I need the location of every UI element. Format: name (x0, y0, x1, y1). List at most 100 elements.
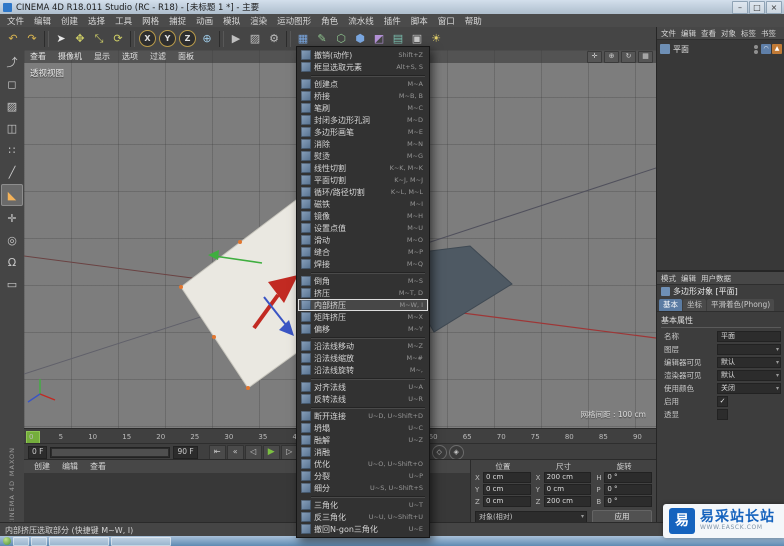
viewport-menu-item[interactable]: 过滤 (144, 51, 172, 62)
attribute-manager-menu-item[interactable]: 编辑 (679, 273, 698, 284)
menu-bar-item[interactable]: 渲染 (245, 15, 272, 27)
context-menu-item[interactable]: 笔刷 M~C (298, 102, 428, 114)
rotation-field[interactable]: 0 ° (604, 484, 652, 495)
taskbar-item[interactable] (13, 537, 29, 546)
attribute-tab[interactable]: 平滑着色(Phong) (707, 299, 774, 311)
points-mode-icon[interactable]: ∷ (2, 140, 22, 160)
menu-bar-item[interactable]: 运动图形 (272, 15, 316, 27)
context-menu-item[interactable]: 三角化 U~T (298, 499, 428, 511)
context-menu-item[interactable]: 优化 U~O, U~Shift+O (298, 458, 428, 470)
frame-range-slider[interactable] (50, 447, 170, 458)
toolbar-separator[interactable] (219, 31, 224, 47)
viewport-menu-item[interactable]: 显示 (88, 51, 116, 62)
size-field[interactable]: 200 cm (544, 496, 592, 507)
timeline-tick[interactable]: 70 (497, 433, 506, 441)
menu-bar-item[interactable]: 角色 (316, 15, 343, 27)
attribute-manager-menu-item[interactable]: 用户数据 (699, 273, 733, 284)
menu-bar-item[interactable]: 帮助 (460, 15, 487, 27)
attribute-value[interactable]: 默认 (717, 370, 781, 381)
context-menu-item[interactable]: 循环/路径切割 K~L, M~L (298, 186, 428, 198)
toolbar-separator[interactable] (286, 31, 291, 47)
context-menu-item[interactable]: 消除 M~N (298, 138, 428, 150)
context-menu-item[interactable]: 平面切割 K~J, M~J (298, 174, 428, 186)
context-menu-item[interactable]: 多边形画笔 M~E (298, 126, 428, 138)
object-manager-menu-item[interactable]: 文件 (659, 28, 678, 39)
toggle-views-icon[interactable]: ▦ (638, 51, 653, 63)
record-pla-icon[interactable]: ◈ (449, 445, 464, 460)
taskbar-item[interactable] (31, 537, 47, 546)
live-selection-icon[interactable]: ➤ (52, 29, 70, 48)
menu-bar-item[interactable]: 工具 (110, 15, 137, 27)
object-manager-menu-item[interactable]: 书签 (759, 28, 778, 39)
position-field[interactable]: 0 cm (483, 496, 531, 507)
context-menu-item[interactable]: 镜像 M~H (298, 210, 428, 222)
timeline-tick[interactable]: 35 (258, 433, 267, 441)
context-menu-item[interactable]: 沿法线旋转 M~, (298, 364, 428, 376)
model-mode-icon[interactable]: ◻ (2, 74, 22, 94)
context-menu-item[interactable]: 缝合 M~P (298, 246, 428, 258)
rotation-field[interactable]: 0 ° (604, 496, 652, 507)
pan-view-icon[interactable]: ✛ (587, 51, 602, 63)
lock-x-axis-icon[interactable]: X (139, 30, 156, 47)
context-menu-item[interactable]: 创建点 M~A (298, 78, 428, 90)
rotate-view-icon[interactable]: ↻ (621, 51, 636, 63)
undo-icon[interactable]: ↶ (4, 29, 22, 48)
menu-bar-item[interactable]: 模拟 (218, 15, 245, 27)
scale-icon[interactable]: ⤡ (90, 29, 108, 48)
taskbar-item[interactable] (111, 537, 171, 546)
attribute-value[interactable] (717, 344, 781, 355)
context-menu-item[interactable]: 融解 U~Z (298, 434, 428, 446)
size-field[interactable]: 200 cm (544, 472, 592, 483)
context-menu-item[interactable]: 桥接 M~B, B (298, 90, 428, 102)
menu-bar-item[interactable]: 窗口 (433, 15, 460, 27)
maximize-button[interactable]: □ (749, 1, 765, 14)
play-icon[interactable]: ▶ (263, 445, 280, 460)
attribute-tab[interactable]: 基本 (659, 299, 682, 311)
timeline-tick[interactable]: 0 (29, 433, 33, 441)
end-frame-field[interactable]: 90 F (173, 446, 197, 459)
viewport-solo-icon[interactable]: ◎ (2, 230, 22, 250)
rotate-icon[interactable]: ⟳ (109, 29, 127, 48)
context-menu-item[interactable]: 框显选取元素 Alt+S, S (298, 61, 428, 73)
material-menu-item[interactable]: 编辑 (56, 461, 84, 472)
timeline-tick[interactable]: 15 (122, 433, 131, 441)
previous-frame-icon[interactable]: ◁ (245, 445, 262, 460)
object-manager-menu-item[interactable]: 对象 (719, 28, 738, 39)
attribute-value[interactable] (717, 409, 728, 420)
texture-mode-icon[interactable]: ▨ (2, 96, 22, 116)
context-menu-item[interactable]: 沿法线移动 M~Z (298, 340, 428, 352)
attribute-value[interactable]: ✓ (717, 396, 728, 407)
context-menu-item[interactable]: 消融 (298, 446, 428, 458)
rotation-field[interactable]: 0 ° (604, 472, 652, 483)
material-menu-item[interactable]: 查看 (84, 461, 112, 472)
object-name[interactable]: 平面 (673, 44, 751, 55)
timeline-tick[interactable]: 10 (88, 433, 97, 441)
context-menu-item[interactable]: 对齐法线 U~A (298, 381, 428, 393)
start-frame-field[interactable]: 0 F (28, 446, 47, 459)
object-manager[interactable]: 平面 ◠ ▲ (657, 40, 784, 272)
lock-z-axis-icon[interactable]: Z (179, 30, 196, 47)
context-menu-item[interactable]: 设置点值 M~U (298, 222, 428, 234)
timeline-tick[interactable]: 25 (190, 433, 199, 441)
timeline-tick[interactable]: 20 (156, 433, 165, 441)
edges-mode-icon[interactable]: ╱ (2, 162, 22, 182)
move-icon[interactable]: ✥ (71, 29, 89, 48)
attribute-manager-menu-item[interactable]: 模式 (659, 273, 678, 284)
context-menu-item[interactable]: 偏移 M~Y (298, 323, 428, 335)
menu-bar-item[interactable]: 创建 (56, 15, 83, 27)
context-menu-item[interactable]: 撤回N-gon三角化 U~E (298, 523, 428, 535)
workplane-lock-icon[interactable]: ▭ (2, 274, 22, 294)
viewport-menu-item[interactable]: 面板 (172, 51, 200, 62)
attribute-value[interactable]: 平面 (717, 331, 781, 342)
render-settings-icon[interactable]: ⚙ (265, 29, 283, 48)
taskbar-item[interactable] (49, 537, 109, 546)
context-menu-item[interactable]: 挤压 M~T, D (298, 287, 428, 299)
context-menu-item[interactable]: 沿法线缩放 M~# (298, 352, 428, 364)
context-menu-item[interactable]: 撤销(动作) Shift+Z (298, 49, 428, 61)
context-menu-item[interactable]: 断开连接 U~D, U~Shift+D (298, 410, 428, 422)
context-menu-item[interactable]: 矩阵挤压 M~X (298, 311, 428, 323)
position-field[interactable]: 0 cm (483, 484, 531, 495)
context-menu-item[interactable]: 分裂 U~P (298, 470, 428, 482)
redo-icon[interactable]: ↷ (23, 29, 41, 48)
attribute-value[interactable]: 关闭 (717, 383, 781, 394)
